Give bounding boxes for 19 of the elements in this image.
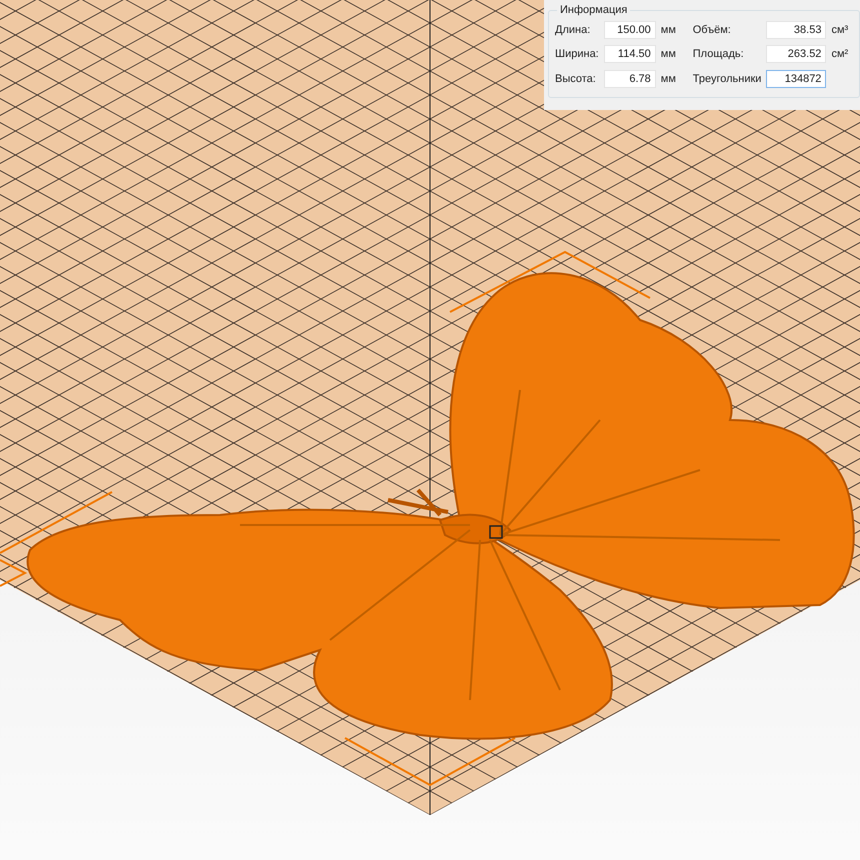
- value-field[interactable]: 38.53: [766, 21, 826, 40]
- value-field[interactable]: 114.50: [604, 45, 656, 64]
- value-field[interactable]: 150.00: [604, 21, 656, 40]
- value-field[interactable]: 134872: [766, 70, 826, 88]
- field-label: Треугольники: [692, 72, 762, 85]
- pivot-marker: [489, 525, 503, 539]
- group-title: Информация: [559, 4, 628, 16]
- unit-label: см³: [831, 24, 850, 36]
- field-label: Длина:: [555, 24, 592, 36]
- unit-label: мм: [660, 48, 677, 60]
- value-field[interactable]: 263.52: [766, 45, 826, 64]
- field-label: Высота:: [555, 72, 597, 85]
- unit-label: мм: [660, 24, 677, 36]
- field-label: Ширина:: [555, 48, 599, 60]
- field-label: Площадь:: [692, 48, 745, 60]
- unit-label: мм: [660, 72, 677, 85]
- field-label: Объём:: [692, 24, 732, 36]
- value-field[interactable]: 6.78: [604, 70, 656, 88]
- unit-label: см²: [831, 48, 850, 60]
